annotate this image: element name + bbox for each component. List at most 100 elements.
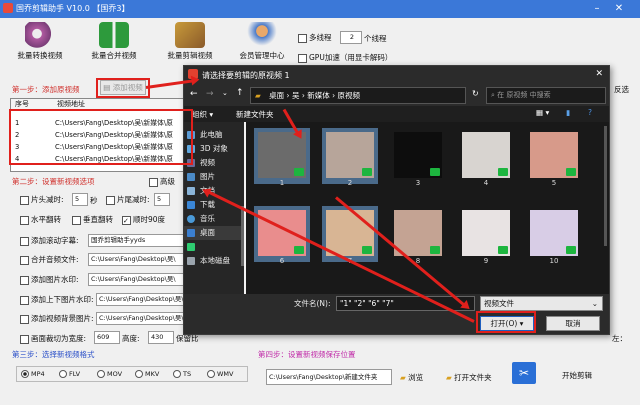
multithread-checkbox[interactable] [298, 33, 307, 43]
convert-video-button[interactable]: 批量转换视频 [10, 22, 70, 68]
threads-label: 个线程 [364, 34, 387, 43]
crop-width-input[interactable]: 609 [94, 331, 120, 344]
cut-video-button[interactable]: 批量剪辑视频 [160, 22, 220, 68]
topbottom-watermark-checkbox[interactable] [20, 295, 29, 305]
save-path-input[interactable]: C:\Users\Fang\Desktop\新建文件夹 [266, 369, 392, 385]
merge-audio-option[interactable]: 合并音频文件: [20, 254, 79, 265]
address-bar[interactable]: ▰ 桌面 › 吴 › 新媒体 › 原视频 [250, 87, 466, 104]
topbottom-watermark-input[interactable]: C:\Users\Fang\Desktop\吴\ [96, 293, 184, 306]
multithread-option[interactable]: 多线程 [298, 32, 332, 43]
cut-tail-option[interactable]: 片尾减时: [106, 194, 150, 205]
dropdown-chevron-icon[interactable]: ⌄ [222, 89, 228, 97]
nav-music[interactable]: 音乐 [184, 212, 244, 226]
video-file-thumbnail[interactable]: 8 [390, 206, 446, 265]
scroll-subtitle-checkbox[interactable] [20, 236, 29, 246]
video-file-thumbnail[interactable]: 2 [322, 128, 378, 187]
topbottom-watermark-option[interactable]: 添加上下图片水印: [20, 294, 94, 305]
refresh-icon[interactable]: ↻ [472, 89, 479, 98]
dialog-close-icon[interactable]: ✕ [595, 69, 603, 79]
rotate90-checkbox[interactable] [122, 215, 131, 225]
nav-pictures[interactable]: 图片 [184, 170, 244, 184]
video-file-thumbnail[interactable]: 4 [458, 128, 514, 187]
breadcrumb-item[interactable]: 桌面 [263, 91, 284, 100]
video-file-thumbnail[interactable]: 3 [390, 128, 446, 187]
crop-height-input[interactable]: 430 [148, 331, 174, 344]
open-folder-button[interactable]: ▰ 打开文件夹 [446, 372, 492, 383]
image-watermark-input[interactable]: C:\Users\Fang\Desktop\吴\ [88, 273, 184, 286]
rotate90-option[interactable]: 顺时90度 [122, 214, 165, 225]
cut-tail-input[interactable]: 5 [154, 193, 170, 206]
cut-head-input[interactable]: 5 [72, 193, 88, 206]
nav-desktop[interactable]: 桌面 [184, 226, 244, 240]
image-watermark-checkbox[interactable] [20, 275, 29, 285]
crop-checkbox[interactable] [20, 334, 29, 344]
vflip-option[interactable]: 垂直翻转 [72, 214, 113, 225]
video-file-thumbnail[interactable]: 6 [254, 206, 310, 265]
minimize-button[interactable]: – [590, 2, 604, 15]
breadcrumb-item[interactable]: 吴 [292, 91, 300, 100]
video-file-thumbnail[interactable]: 9 [458, 206, 514, 265]
format-ts[interactable]: TS [173, 370, 191, 378]
format-flv[interactable]: FLV [59, 370, 80, 378]
search-input[interactable]: ⌕ 在 原视频 中搜索 [486, 87, 606, 104]
nav-this-pc[interactable]: 此电脑 [184, 128, 244, 142]
member-center-button[interactable]: 会员管理中心 [232, 22, 292, 68]
nav-videos[interactable]: 视频 [184, 156, 244, 170]
nav-scrollbar[interactable] [241, 206, 244, 266]
help-icon[interactable]: ? [588, 108, 592, 117]
forward-arrow-icon[interactable]: → [206, 89, 214, 99]
advanced-option[interactable]: 高级 [149, 176, 175, 187]
hflip-checkbox[interactable] [20, 215, 29, 225]
view-options-icon[interactable]: ▦ ▾ [536, 108, 549, 117]
new-folder-button[interactable]: 新建文件夹 [236, 109, 274, 120]
background-image-input[interactable]: C:\Users\Fang\Desktop\吴\ [96, 312, 184, 325]
scissors-icon[interactable]: ✂ [512, 362, 536, 384]
image-watermark-option[interactable]: 添加图片水印: [20, 274, 79, 285]
green-app-icon [187, 243, 195, 251]
seconds-label: 秒 [90, 196, 98, 205]
back-arrow-icon[interactable]: ← [190, 89, 198, 99]
hflip-option[interactable]: 水平翻转 [20, 214, 61, 225]
reverse-select-label[interactable]: 反选 [614, 84, 629, 95]
video-badge-icon [498, 168, 508, 176]
advanced-checkbox[interactable] [149, 177, 158, 187]
gpu-option[interactable]: GPU加速（用显卡解码） [298, 52, 392, 63]
format-wmv[interactable]: WMV [207, 370, 233, 378]
cut-tail-checkbox[interactable] [106, 195, 115, 205]
file-name-label: 5 [551, 179, 557, 187]
threads-input[interactable]: 2 [340, 31, 362, 44]
nav-green-item[interactable] [184, 240, 244, 254]
crop-option[interactable]: 画面裁切为宽度: [20, 333, 86, 344]
video-file-thumbnail[interactable]: 10 [526, 206, 582, 265]
background-image-option[interactable]: 添加视频背景图片: [20, 313, 94, 324]
scroll-subtitle-input[interactable]: 国乔剪辑助手yyds [88, 234, 184, 247]
cut-head-checkbox[interactable] [20, 195, 29, 205]
cancel-button[interactable]: 取消 [546, 316, 600, 331]
start-cut-button[interactable]: 开始剪辑 [562, 370, 592, 381]
organize-button[interactable]: 组织 ▾ [192, 109, 213, 120]
up-arrow-icon[interactable]: ↑ [236, 88, 244, 98]
filetype-select[interactable]: 视频文件 ⌄ [480, 296, 603, 311]
close-button[interactable]: ✕ [612, 2, 626, 15]
browse-button[interactable]: ▰ 浏览 [400, 372, 423, 383]
music-icon [187, 215, 195, 223]
grid-scrollbar[interactable] [604, 126, 607, 246]
gpu-checkbox[interactable] [298, 53, 307, 63]
merge-audio-checkbox[interactable] [20, 255, 29, 265]
format-mov[interactable]: MOV [97, 370, 122, 378]
video-file-thumbnail[interactable]: 5 [526, 128, 582, 187]
cut-head-option[interactable]: 片头减时: [20, 194, 64, 205]
nav-local-disk[interactable]: 本地磁盘 [184, 254, 244, 268]
breadcrumb-item[interactable]: 原视频 [338, 91, 361, 100]
preview-pane-icon[interactable]: ▮ [566, 108, 570, 117]
breadcrumb-item[interactable]: 新媒体 [307, 91, 330, 100]
nav-3d-objects[interactable]: 3D 对象 [184, 142, 244, 156]
vflip-checkbox[interactable] [72, 215, 81, 225]
background-image-checkbox[interactable] [20, 314, 29, 324]
scroll-subtitle-option[interactable]: 添加滚动字幕: [20, 235, 79, 246]
merge-video-button[interactable]: 批量合并视频 [84, 22, 144, 68]
annotation-box-add-video [96, 78, 150, 98]
format-mkv[interactable]: MKV [135, 370, 159, 378]
format-mp4[interactable]: MP4 [21, 370, 45, 378]
merge-audio-input[interactable]: C:\Users\Fang\Desktop\吴\ [88, 253, 184, 266]
